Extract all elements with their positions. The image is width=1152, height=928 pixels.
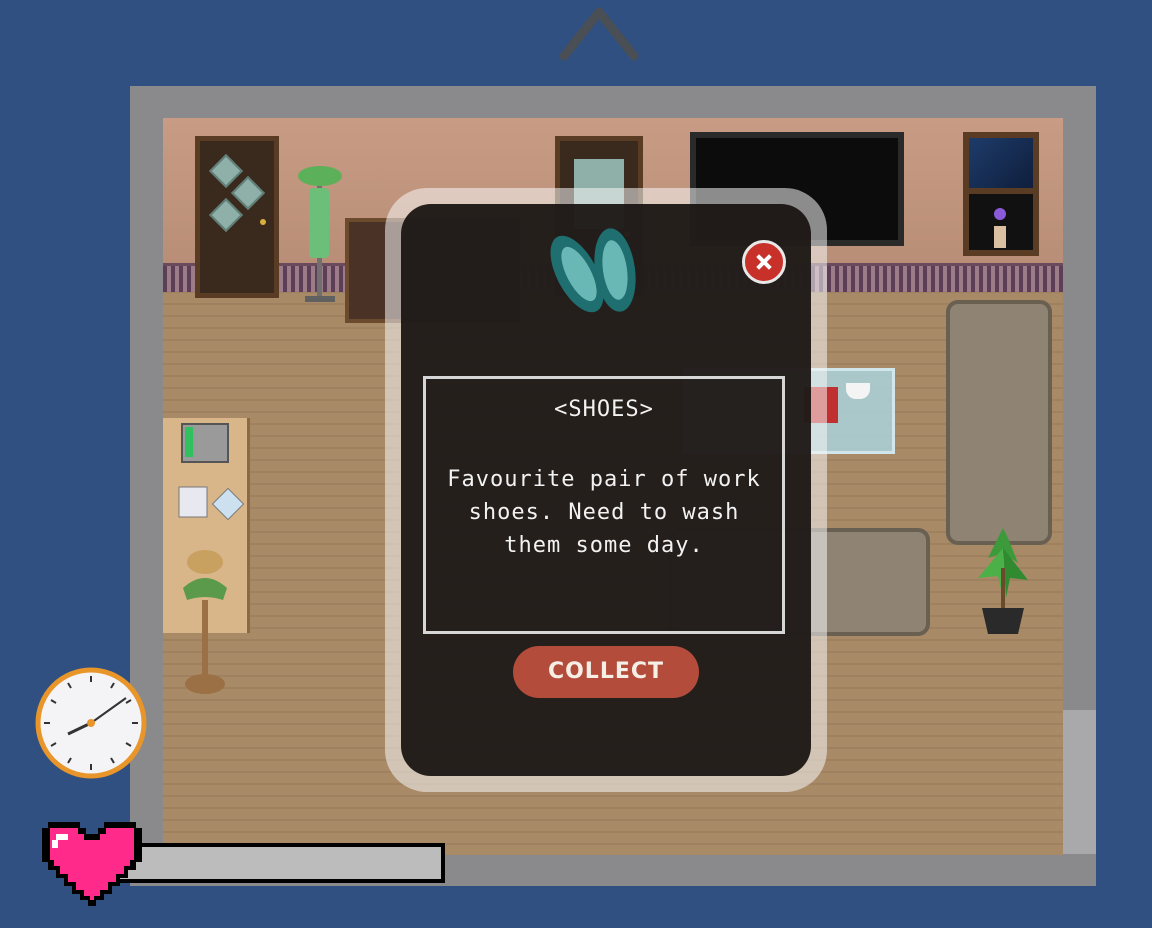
window [963,132,1039,256]
close-button[interactable] [742,240,786,284]
item-popup: <SHOES> Favourite pair of work shoes. Ne… [385,188,827,792]
nav-up-chevron-icon[interactable] [556,0,642,70]
collect-button[interactable]: COLLECT [513,646,699,698]
item-description-box: <SHOES> Favourite pair of work shoes. Ne… [423,376,785,634]
desk-phone [181,423,229,463]
health-bar [112,843,445,883]
coat-rack [295,158,345,308]
item-description: Favourite pair of work shoes. Need to wa… [447,467,761,558]
potted-plant [968,508,1038,648]
left-door[interactable] [195,136,279,298]
shoes-icon [535,218,655,328]
clock-icon [34,666,148,780]
heart-icon [38,818,146,910]
desk-papers [177,483,247,523]
item-title: <SHOES> [554,397,654,422]
floor-lamp [175,548,235,698]
